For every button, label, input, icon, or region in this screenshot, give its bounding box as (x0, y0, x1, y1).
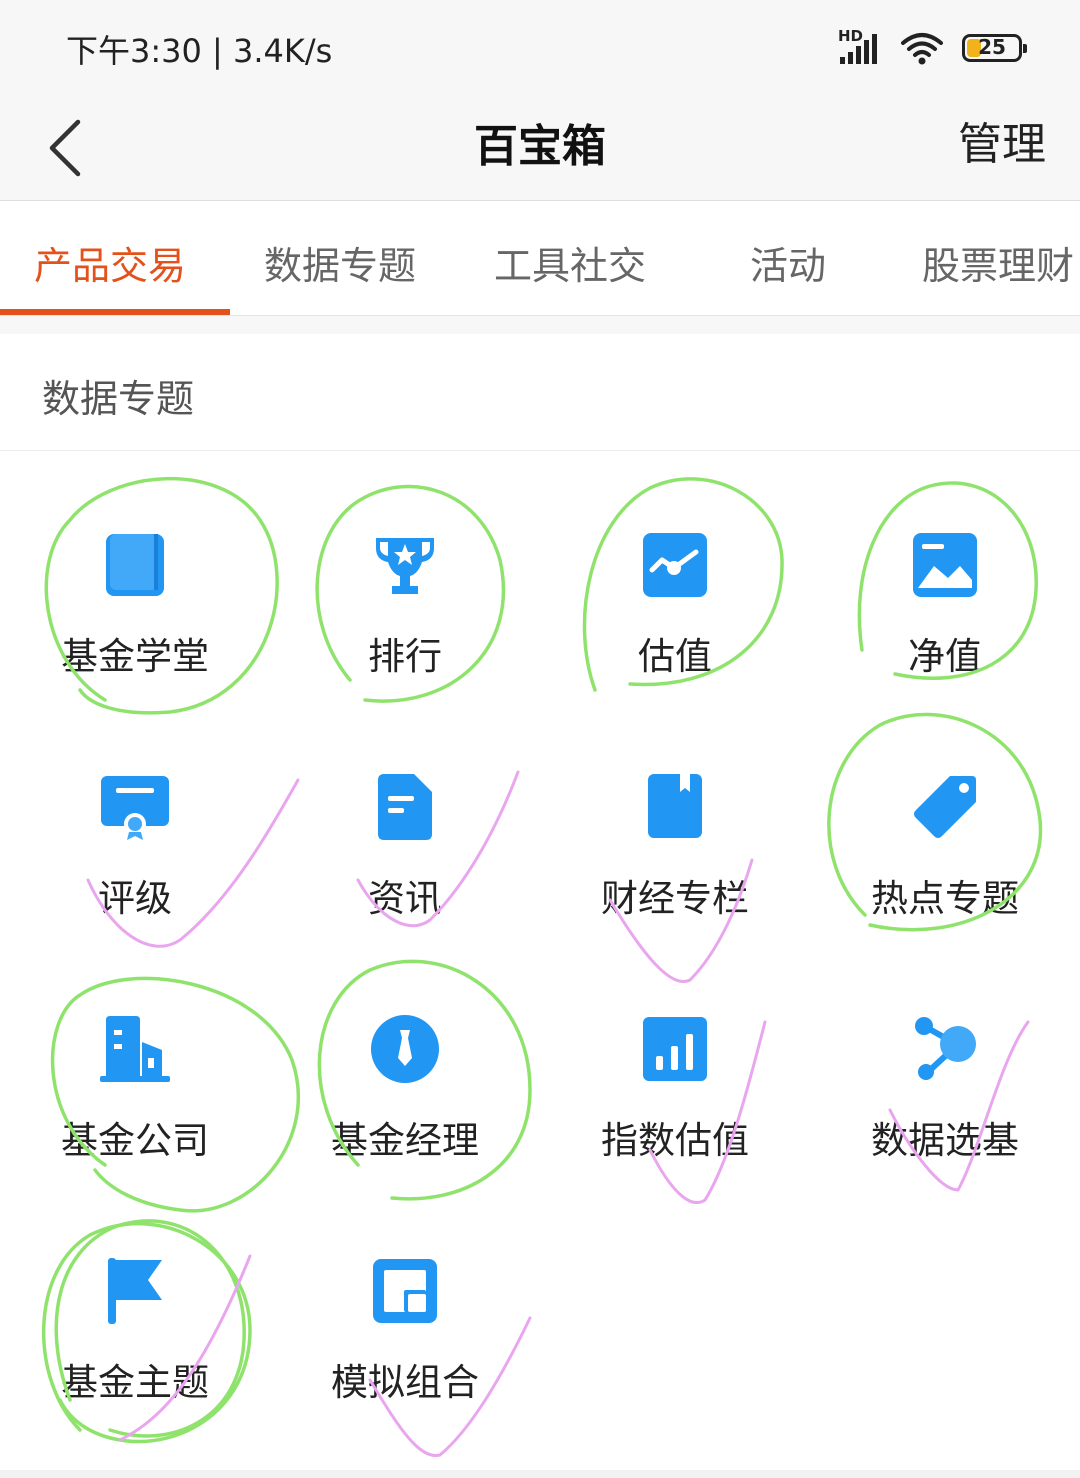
tab-activities[interactable]: 活动 (750, 235, 826, 290)
status-bar: 下午3:30 | 3.4K/s HD 25 (0, 0, 1080, 96)
portfolio-icon (373, 1259, 437, 1323)
grid-item-ranking[interactable]: 排行 (270, 530, 540, 730)
share-nodes-icon (915, 1017, 976, 1080)
grid-item-label: 基金经理 (331, 1119, 479, 1162)
bottom-divider (0, 1470, 1080, 1478)
grid-item-finance-column[interactable]: 财经专栏 (540, 772, 810, 972)
grid-item-label: 模拟组合 (331, 1361, 479, 1404)
grid-item-label: 热点专题 (871, 877, 1019, 920)
grid-item-mock-portfolio[interactable]: 模拟组合 (270, 1256, 540, 1456)
grid-item-label: 财经专栏 (601, 877, 749, 920)
grid-item-fund-school[interactable]: 基金学堂 (0, 530, 270, 730)
category-tab-bar: 产品交易 数据专题 工具社交 活动 股票理财 (0, 201, 1080, 316)
active-tab-indicator (0, 309, 230, 315)
tag-icon (914, 776, 976, 838)
grid-item-news[interactable]: 资讯 (270, 772, 540, 972)
trend-chart-icon (643, 533, 707, 597)
tab-data-topics[interactable]: 数据专题 (264, 235, 416, 290)
battery-icon: 25 (962, 34, 1027, 62)
grid-item-label: 估值 (638, 635, 712, 678)
grid-item-rating[interactable]: 评级 (0, 772, 270, 972)
document-icon (378, 774, 432, 840)
manage-button[interactable]: 管理 (958, 108, 1046, 172)
wifi-icon (901, 33, 943, 65)
grid-item-label: 基金公司 (61, 1119, 209, 1162)
page-title: 百宝箱 (474, 121, 606, 172)
grid-item-label: 数据选基 (871, 1119, 1019, 1162)
grid-item-hot-topics[interactable]: 热点专题 (810, 772, 1080, 972)
grid-item-label: 基金主题 (61, 1361, 209, 1404)
grid-item-fund-themes[interactable]: 基金主题 (0, 1256, 270, 1456)
section-title: 数据专题 (42, 377, 195, 421)
grid-item-data-fund-selection[interactable]: 数据选基 (810, 1014, 1080, 1214)
battery-level-text: 25 (978, 35, 1006, 59)
grid-item-net-value[interactable]: 净值 (810, 530, 1080, 730)
data-topics-section: 数据专题 基金学堂 排行 估值 净值 评级 资讯 财经专栏 热点专题 基金公司 … (0, 334, 1080, 1470)
building-icon (100, 1016, 170, 1082)
flag-icon (108, 1258, 162, 1324)
tab-stocks-finance[interactable]: 股票理财 (922, 235, 1074, 290)
signal-icon: HD (838, 27, 882, 65)
trophy-icon (376, 538, 434, 594)
status-icons: HD 25 (838, 27, 1027, 66)
grid-item-label: 基金学堂 (61, 635, 209, 678)
tab-tools-social[interactable]: 工具社交 (494, 235, 646, 290)
grid-item-fund-manager[interactable]: 基金经理 (270, 1014, 540, 1214)
certificate-icon (101, 776, 169, 840)
grid-item-valuation[interactable]: 估值 (540, 530, 810, 730)
grid-item-label: 评级 (98, 877, 172, 920)
grid-item-label: 净值 (908, 635, 982, 678)
tab-product-trading[interactable]: 产品交易 (34, 235, 186, 290)
grid-item-fund-company[interactable]: 基金公司 (0, 1014, 270, 1214)
tie-icon (371, 1015, 439, 1083)
image-chart-icon (913, 533, 977, 597)
bookmark-icon (648, 774, 702, 838)
navigation-bar: 百宝箱 管理 (0, 96, 1080, 201)
status-time-speed: 下午3:30 | 3.4K/s (66, 32, 333, 70)
app-screen: 下午3:30 | 3.4K/s HD 25 百宝箱 管理 产品交易 数据专题 工… (0, 0, 1080, 1478)
grid-item-index-valuation[interactable]: 指数估值 (540, 1014, 810, 1214)
grid-item-label: 排行 (368, 635, 442, 678)
section-header: 数据专题 (0, 334, 1080, 451)
grid-item-label: 指数估值 (601, 1119, 749, 1162)
bar-chart-icon (643, 1017, 707, 1081)
grid-item-label: 资讯 (368, 877, 442, 920)
book-icon (106, 534, 164, 596)
